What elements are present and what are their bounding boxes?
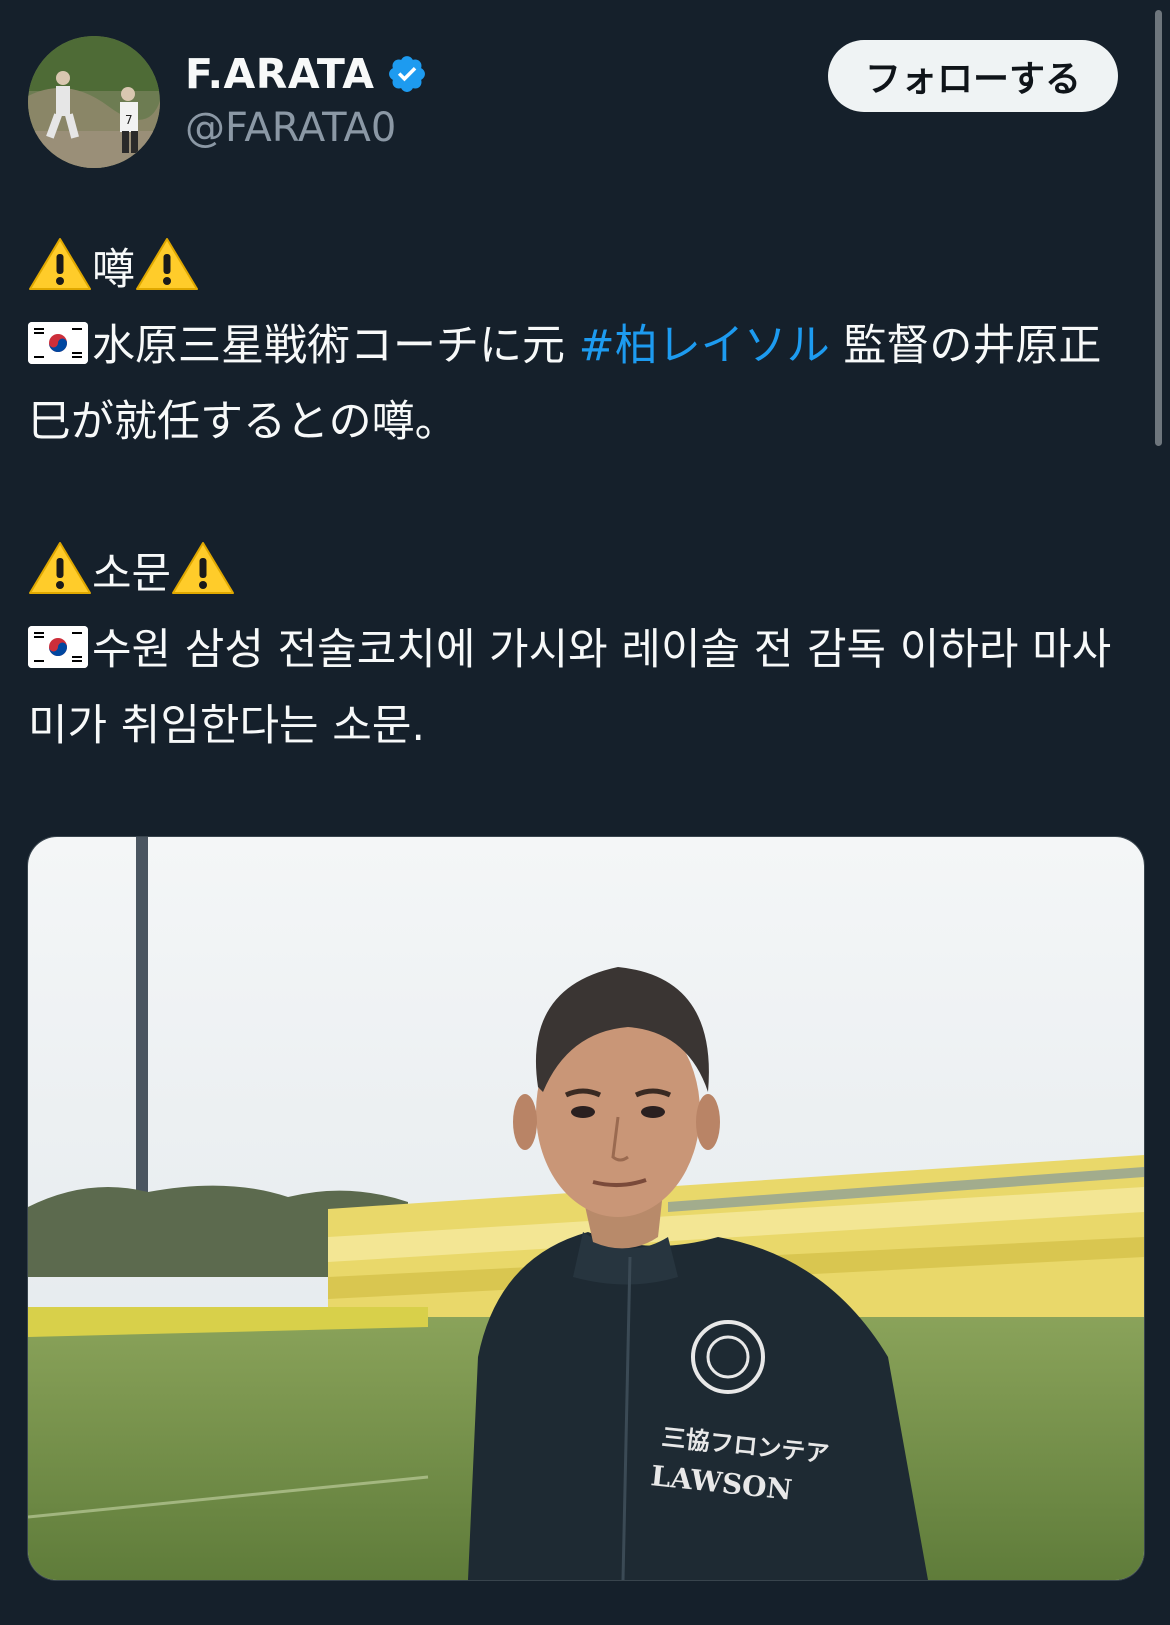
warning-icon [29,542,91,594]
scrollbar[interactable] [1155,10,1162,446]
jp-body-prefix: 水原三星戦術コーチに元 [92,321,579,371]
tweet-text: 噂 水原三星戦術コーチに元 #柏レイソル 監督の井原正巳が就任するとの噂。 소문 [28,232,1143,764]
hashtag-link[interactable]: #柏レイソル [579,321,830,371]
coach-photo-icon: 三協フロンテア LAWSON [28,837,1144,1580]
warning-icon [136,238,198,290]
jp-heading-line: 噂 [28,232,1143,308]
kr-body-text: 수원 삼성 전술코치에 가시와 레이솔 전 감독 이하라 마사미가 취임한다는 … [28,625,1112,751]
author-name-row[interactable]: F.ARATA [185,50,428,98]
kr-heading-line: 소문 [28,536,1143,612]
avatar[interactable]: 7 [28,36,160,168]
warning-icon [172,542,235,594]
follow-button[interactable]: フォローする [828,40,1118,112]
south-korea-flag-icon [28,322,88,364]
avatar-photo-icon: 7 [28,36,160,168]
south-korea-flag-icon [28,626,88,668]
tweet-media-image[interactable]: 三協フロンテア LAWSON [27,836,1145,1581]
author-handle[interactable]: @FARATA0 [185,105,396,151]
svg-text:7: 7 [125,113,133,127]
display-name[interactable]: F.ARATA [185,50,374,98]
warning-icon [29,238,91,290]
jp-heading-text: 噂 [92,245,135,295]
jp-body: 水原三星戦術コーチに元 #柏レイソル 監督の井原正巳が就任するとの噂。 [28,308,1143,460]
kr-body: 수원 삼성 전술코치에 가시와 레이솔 전 감독 이하라 마사미가 취임한다는 … [28,612,1143,764]
verified-badge-icon [389,56,426,92]
kr-heading-text: 소문 [92,549,172,599]
